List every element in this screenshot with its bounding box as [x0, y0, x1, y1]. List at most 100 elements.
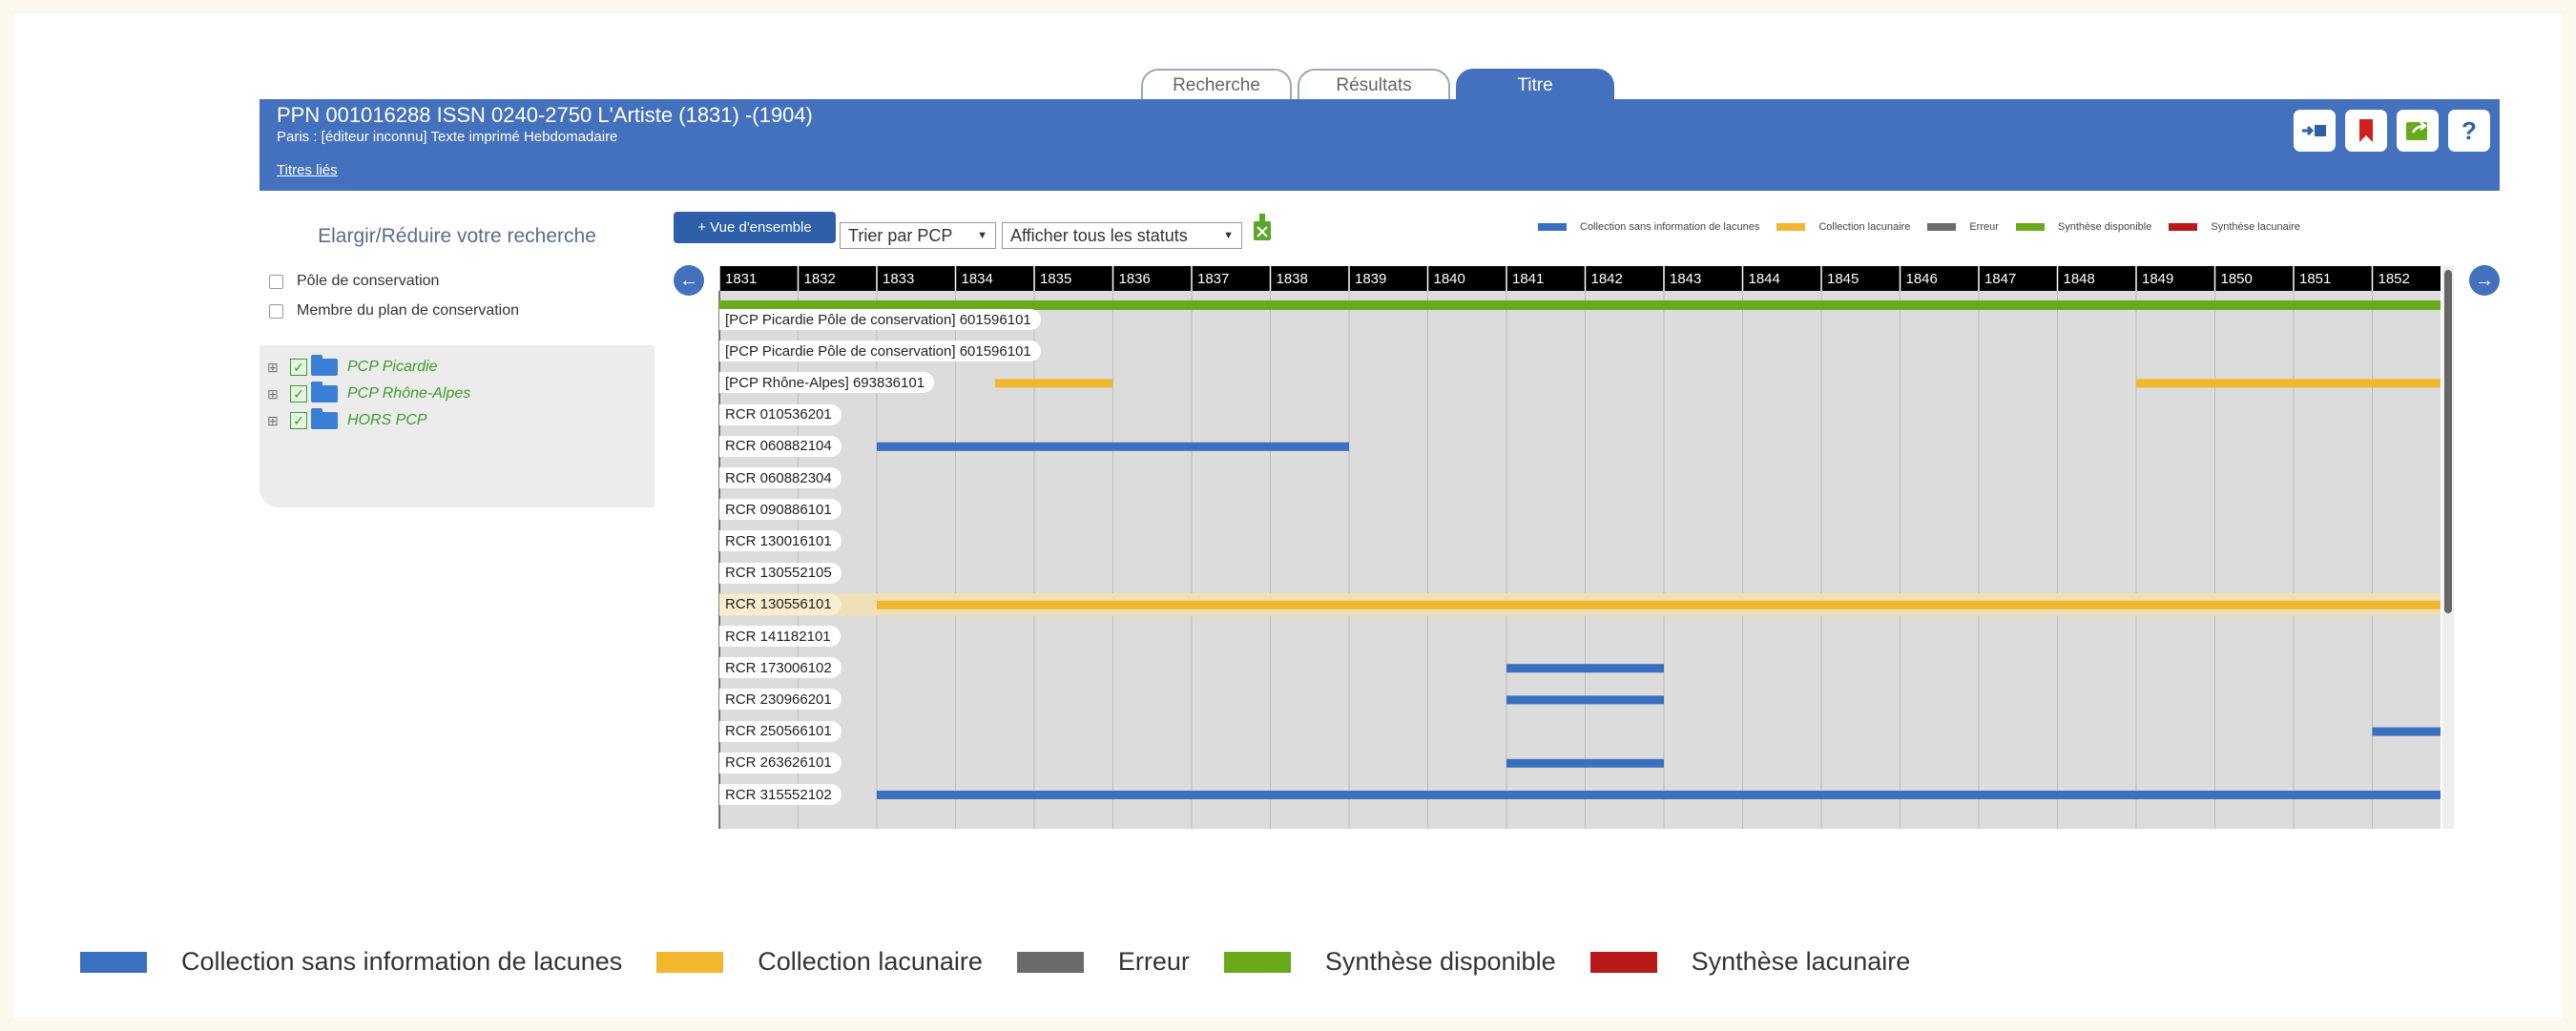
- year-label: 1842: [1591, 271, 1623, 287]
- status-select[interactable]: Afficher tous les statuts ▼: [1002, 222, 1242, 249]
- year-label: 1834: [962, 271, 993, 287]
- holding-bar: [2136, 379, 2441, 388]
- help-icon: ?: [2462, 115, 2477, 145]
- expand-icon[interactable]: ⊞: [267, 386, 279, 402]
- year-label: 1835: [1040, 271, 1071, 287]
- row-label[interactable]: RCR 130016101: [719, 530, 841, 552]
- legend-item: Synthèse disponible: [2015, 221, 2151, 233]
- tab-resultats[interactable]: Résultats: [1298, 69, 1450, 101]
- legend-item: Erreur: [1927, 221, 1999, 233]
- row-label[interactable]: [PCP Picardie Pôle de conservation] 6015…: [719, 340, 1041, 362]
- year-label: 1840: [1434, 271, 1465, 287]
- checkbox-box[interactable]: [269, 274, 283, 289]
- year-label: 1838: [1277, 271, 1308, 287]
- status-select-value: Afficher tous les statuts: [1010, 225, 1188, 245]
- year-label: 1845: [1827, 271, 1859, 287]
- row-label[interactable]: RCR 230966201: [719, 689, 841, 711]
- legend-label: Erreur: [1969, 221, 1999, 233]
- excel-export-icon[interactable]: [1250, 212, 1275, 247]
- timeline-next-button[interactable]: →: [2469, 265, 2500, 296]
- legend-swatch: [1538, 223, 1567, 231]
- legend-item: Synthèse lacunaire: [1589, 947, 1910, 977]
- year-label: 1841: [1512, 271, 1544, 287]
- row-label[interactable]: RCR 060882104: [719, 435, 841, 457]
- checkbox-box[interactable]: [269, 303, 283, 319]
- check-icon[interactable]: ✓: [290, 412, 307, 429]
- tree-item-pcp-picardie[interactable]: ⊞ ✓ PCP Picardie: [267, 355, 438, 376]
- timeline-scrollbar[interactable]: [2442, 266, 2454, 829]
- row-label[interactable]: [PCP Picardie Pôle de conservation] 6015…: [719, 309, 1041, 330]
- row-label[interactable]: RCR 263626101: [719, 752, 841, 773]
- tree-item-hors-pcp[interactable]: ⊞ ✓ HORS PCP: [267, 408, 427, 429]
- arrow-right-icon: →: [2475, 269, 2494, 291]
- holdings-timeline: 1831 1832 1833 1834 1835 1836 1837 1838 1839 1840…: [714, 266, 2441, 829]
- legend-label: Erreur: [1117, 947, 1190, 976]
- legend-swatch: [1776, 223, 1806, 231]
- expand-icon[interactable]: ⊞: [267, 413, 279, 429]
- export-button[interactable]: [2294, 110, 2336, 152]
- row-label[interactable]: RCR 010536201: [719, 403, 841, 425]
- legend-swatch: [2015, 223, 2045, 231]
- row-label[interactable]: RCR 315552102: [719, 784, 841, 805]
- tab-titre[interactable]: Titre: [1456, 69, 1614, 101]
- checkbox-label: Membre du plan de conservation: [297, 302, 520, 319]
- holding-bar: [1506, 758, 1664, 768]
- overview-button[interactable]: + Vue d'ensemble: [674, 212, 836, 243]
- legend-swatch: [1016, 951, 1084, 973]
- legend-item: Collection lacunaire: [1776, 221, 1910, 233]
- year-label: 1833: [883, 271, 914, 287]
- holding-bar: [877, 791, 2441, 799]
- row-label[interactable]: RCR 130556101: [719, 593, 841, 615]
- row-label[interactable]: RCR 130552105: [719, 562, 841, 584]
- scrollbar-thumb[interactable]: [2444, 270, 2452, 613]
- year-label: 1844: [1749, 271, 1780, 287]
- year-label: 1848: [2064, 271, 2095, 287]
- timeline-body: [719, 291, 2441, 829]
- tree-item-pcp-rhone-alpes[interactable]: ⊞ ✓ PCP Rhône-Alpes: [267, 381, 470, 402]
- legend-swatch: [80, 951, 147, 973]
- check-icon[interactable]: ✓: [290, 385, 307, 402]
- legend-swatch: [1223, 951, 1291, 973]
- row-label[interactable]: RCR 173006102: [719, 657, 841, 679]
- expand-icon[interactable]: ⊞: [267, 360, 279, 376]
- row-label[interactable]: RCR 060882304: [719, 467, 841, 488]
- year-label: 1839: [1355, 271, 1386, 287]
- year-label: 1831: [725, 271, 757, 287]
- bookmark-button[interactable]: [2345, 110, 2387, 152]
- legend-swatch: [1927, 223, 1957, 231]
- help-button[interactable]: ?: [2448, 110, 2490, 152]
- legend-item: Synthèse disponible: [1223, 947, 1556, 977]
- holding-bar: [877, 442, 1349, 451]
- row-label[interactable]: RCR 090886101: [719, 499, 841, 521]
- folder-icon: [311, 355, 338, 376]
- year-label: 1846: [1906, 271, 1938, 287]
- legend-label: Collection lacunaire: [758, 947, 983, 976]
- sort-select-value: Trier par PCP: [848, 225, 953, 245]
- row-label[interactable]: [PCP Rhône-Alpes] 693836101: [719, 372, 935, 394]
- chevron-down-icon: ▼: [977, 230, 987, 241]
- export-icon: [2302, 125, 2326, 136]
- legend-label: Collection lacunaire: [1818, 221, 1911, 233]
- share-icon: [2406, 121, 2428, 140]
- related-titles-link[interactable]: Titres liés: [277, 162, 338, 178]
- checkbox-pole-conservation[interactable]: Pôle de conservation: [269, 273, 439, 290]
- checkbox-membre-plan[interactable]: Membre du plan de conservation: [269, 302, 519, 320]
- row-label[interactable]: RCR 141182101: [719, 626, 841, 647]
- legend-swatch: [2169, 223, 2198, 231]
- share-button[interactable]: [2397, 110, 2439, 152]
- holding-bar: [994, 379, 1113, 388]
- timeline-prev-button[interactable]: ←: [674, 265, 704, 296]
- row-label[interactable]: RCR 250566101: [719, 720, 841, 742]
- chevron-down-icon: ▼: [1223, 230, 1234, 241]
- tab-recherche[interactable]: Recherche: [1141, 69, 1292, 101]
- sort-select[interactable]: Trier par PCP ▼: [840, 222, 996, 249]
- year-label: 1851: [2299, 271, 2331, 287]
- checkbox-label: Pôle de conservation: [297, 273, 440, 289]
- holding-bar: [2372, 727, 2441, 736]
- legend-item: Collection sans information de lacunes: [80, 947, 622, 977]
- title-header: PPN 001016288 ISSN 0240-2750 L'Artiste (…: [260, 99, 2500, 191]
- legend-item: Collection lacunaire: [656, 947, 983, 977]
- tree-item-label: PCP Picardie: [347, 359, 438, 375]
- check-icon[interactable]: ✓: [290, 359, 307, 376]
- holding-bar: [877, 600, 2441, 609]
